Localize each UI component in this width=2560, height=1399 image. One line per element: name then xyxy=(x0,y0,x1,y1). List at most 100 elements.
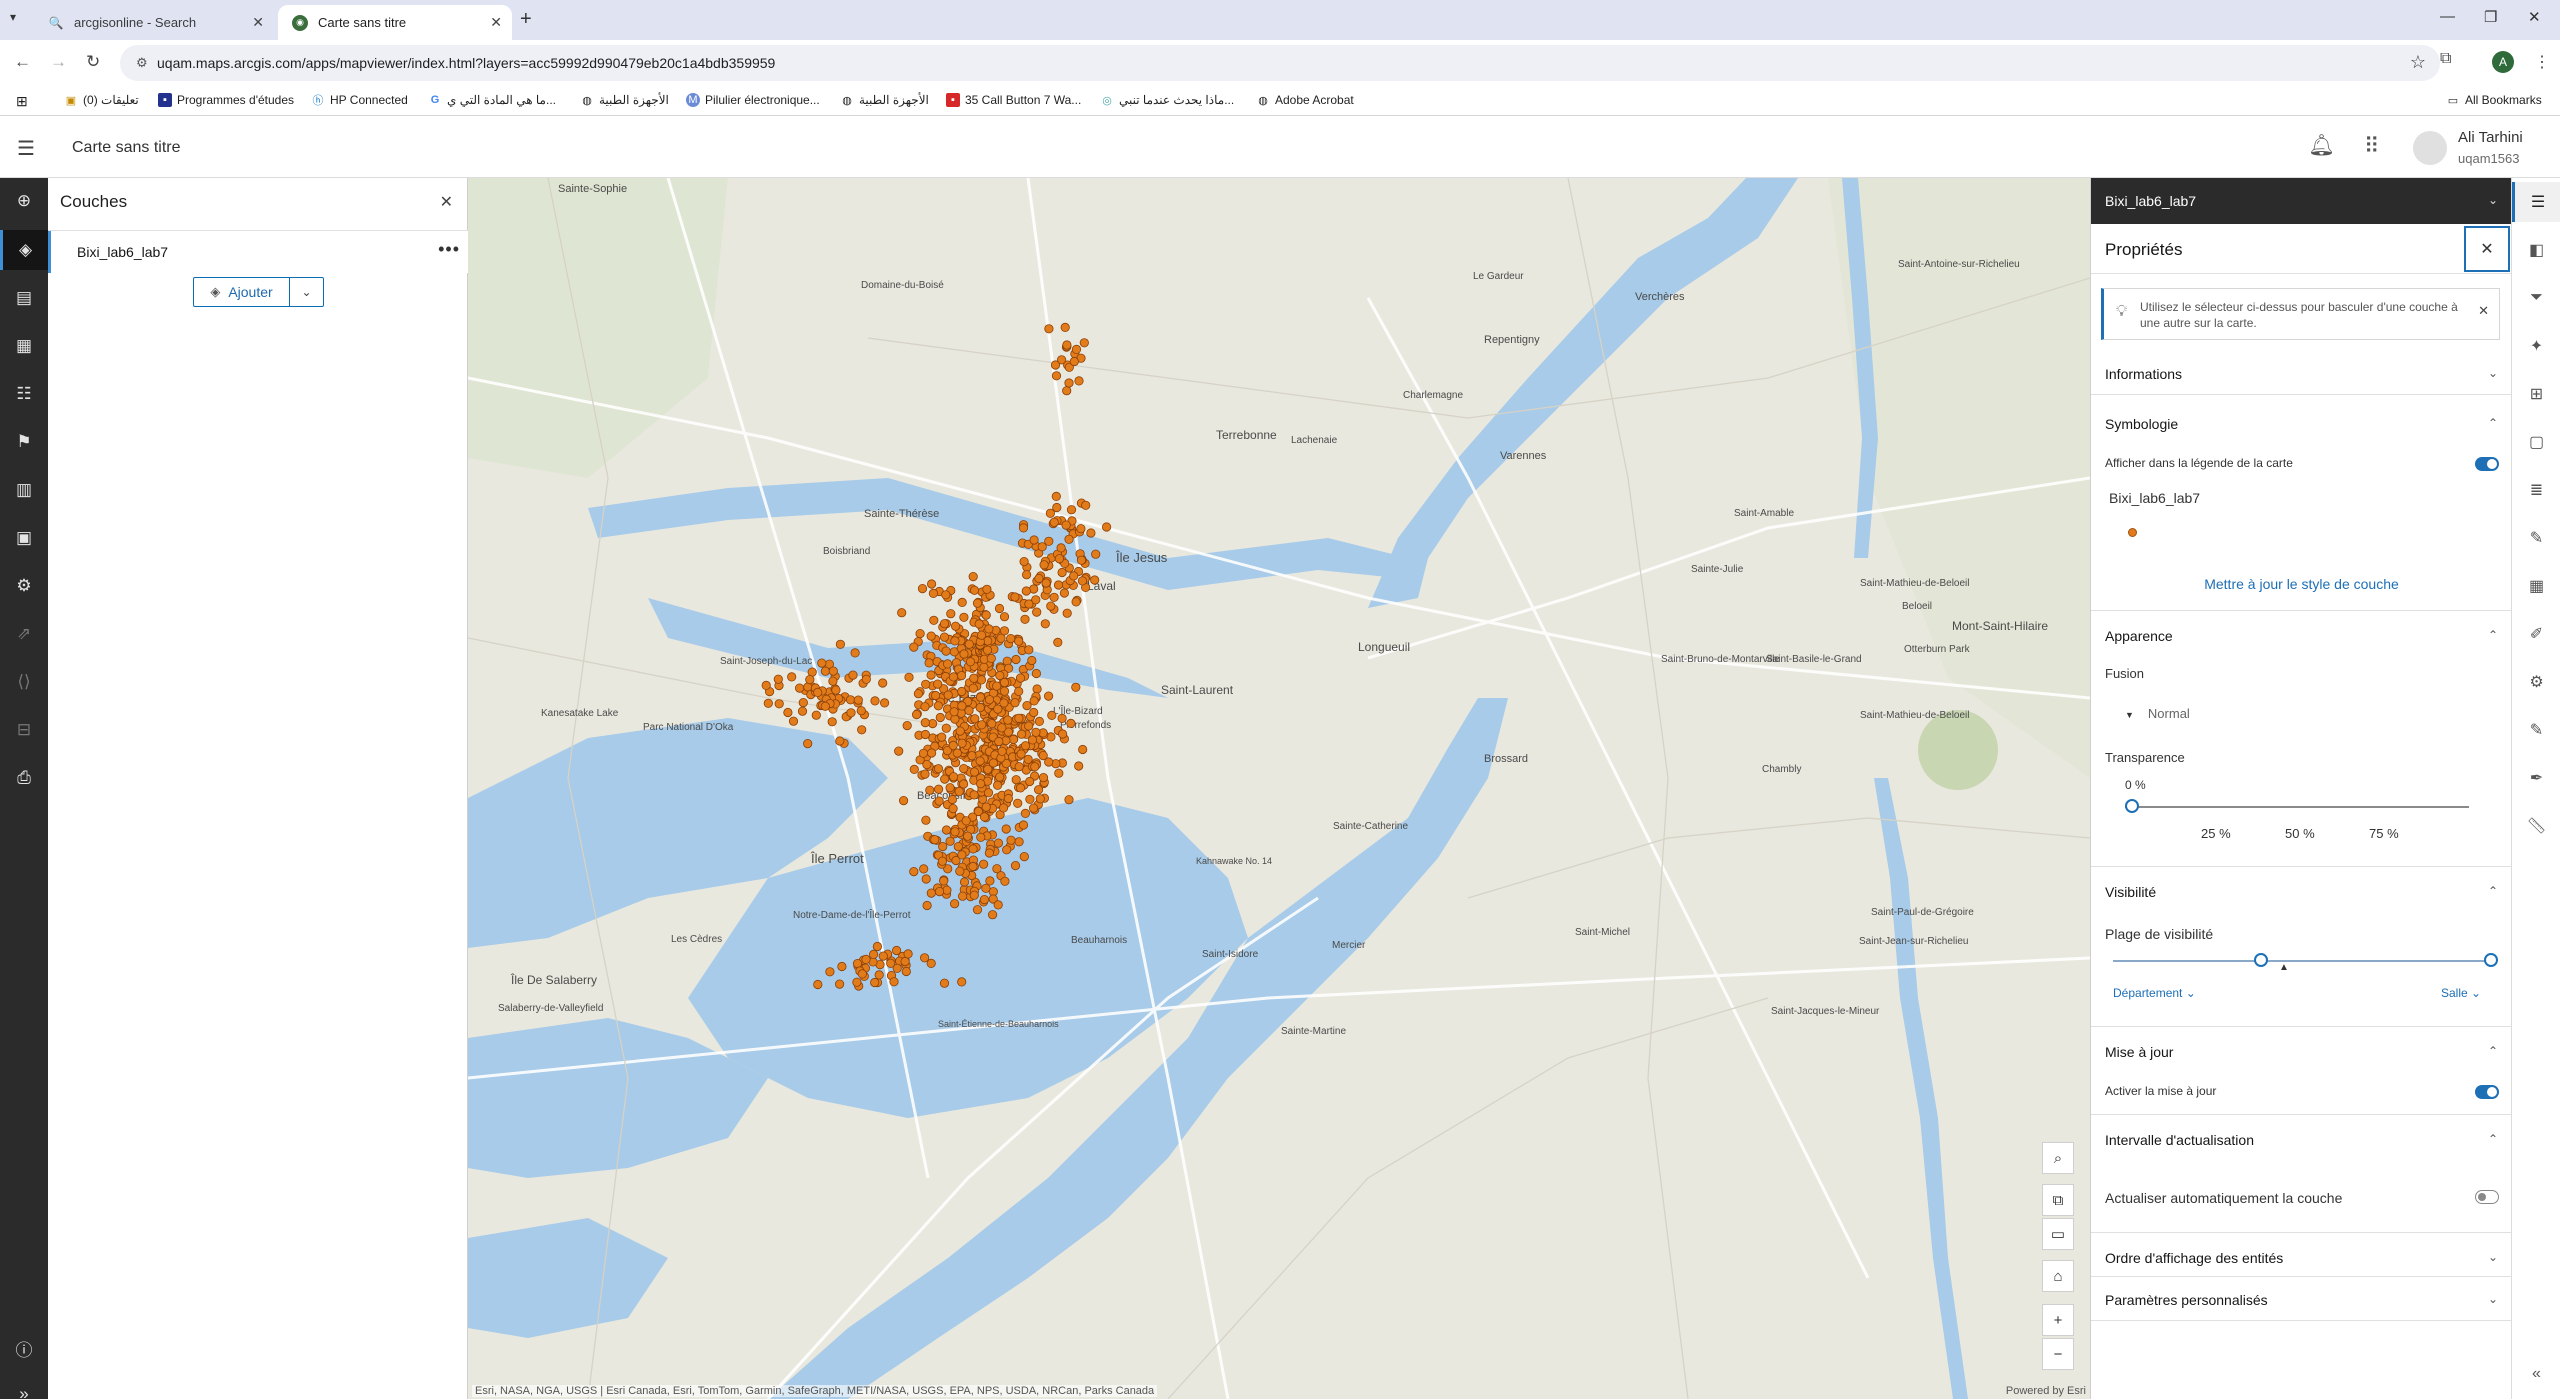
actualiser-auto-toggle[interactable] xyxy=(2475,1190,2499,1204)
bixi-station-point[interactable] xyxy=(994,736,1004,747)
draw-icon[interactable]: ✒ xyxy=(2512,758,2560,798)
bixi-station-point[interactable] xyxy=(1002,845,1012,855)
bixi-station-point[interactable] xyxy=(1014,636,1024,646)
bixi-station-point[interactable] xyxy=(1057,729,1068,739)
bookmark-item[interactable]: M Pilulier électronique... xyxy=(686,93,820,107)
bixi-station-point[interactable] xyxy=(1016,749,1026,759)
bixi-station-point[interactable] xyxy=(915,628,925,639)
bixi-station-point[interactable] xyxy=(904,672,914,682)
bixi-station-point[interactable] xyxy=(878,951,888,961)
popups-icon[interactable]: ▢ xyxy=(2512,422,2560,462)
bixi-station-point[interactable] xyxy=(981,802,991,812)
bixi-station-point[interactable] xyxy=(921,874,931,884)
bixi-station-point[interactable] xyxy=(909,764,919,775)
bixi-station-point[interactable] xyxy=(1057,567,1067,578)
tab-search-menu-icon[interactable]: ▾ xyxy=(10,10,16,24)
bixi-station-point[interactable] xyxy=(1039,560,1049,570)
activer-mise-a-jour-toggle[interactable] xyxy=(2475,1085,2499,1099)
bixi-station-point[interactable] xyxy=(983,788,994,798)
sketch-icon[interactable]: ✐ xyxy=(2512,614,2560,654)
bixi-station-point[interactable] xyxy=(969,585,980,595)
bixi-station-point[interactable] xyxy=(1074,761,1084,771)
bixi-station-point[interactable] xyxy=(861,674,871,684)
bixi-station-point[interactable] xyxy=(1062,340,1072,350)
bixi-station-point[interactable] xyxy=(961,816,971,826)
bixi-station-point[interactable] xyxy=(1031,727,1041,737)
bixi-station-point[interactable] xyxy=(835,639,845,649)
bixi-station-point[interactable] xyxy=(874,970,884,980)
bixi-station-point[interactable] xyxy=(828,666,838,676)
bixi-station-point[interactable] xyxy=(921,679,931,689)
range-min-dropdown[interactable]: Département ⌄ xyxy=(2113,986,2196,1000)
layers-list-map-icon[interactable]: ⧉ xyxy=(2042,1184,2074,1216)
bixi-station-point[interactable] xyxy=(979,812,990,822)
fields-icon[interactable]: ≣ xyxy=(2512,470,2560,510)
bixi-station-point[interactable] xyxy=(868,949,879,960)
bixi-station-point[interactable] xyxy=(1003,793,1014,804)
blend-mode-dropdown[interactable]: ▼ Normal xyxy=(2125,706,2190,721)
bixi-station-point[interactable] xyxy=(1010,698,1020,708)
bixi-station-point[interactable] xyxy=(831,685,841,695)
bixi-station-point[interactable] xyxy=(1052,502,1062,513)
bixi-station-point[interactable] xyxy=(969,767,980,777)
bixi-station-point[interactable] xyxy=(1021,570,1032,580)
add-layer-button[interactable]: ◈ Ajouter xyxy=(194,278,290,306)
bixi-station-point[interactable] xyxy=(950,827,960,837)
restore-icon[interactable]: ❐ xyxy=(2484,8,2497,26)
bixi-station-point[interactable] xyxy=(984,848,995,858)
bixi-station-point[interactable] xyxy=(1006,835,1016,845)
bixi-station-point[interactable] xyxy=(982,584,992,594)
bixi-station-point[interactable] xyxy=(995,772,1005,782)
legend-icon[interactable]: ☷ xyxy=(0,374,48,414)
close-icon[interactable]: ✕ xyxy=(2464,226,2510,272)
bixi-station-point[interactable] xyxy=(926,670,936,680)
bixi-station-point[interactable] xyxy=(909,866,919,877)
tables-icon[interactable]: ▤ xyxy=(0,278,48,318)
bixi-station-point[interactable] xyxy=(949,899,960,909)
edit-icon[interactable]: ✎ xyxy=(2512,710,2560,750)
close-tab-icon[interactable]: ✕ xyxy=(490,14,502,31)
bixi-station-point[interactable] xyxy=(1047,710,1057,721)
bixi-station-point[interactable] xyxy=(975,692,986,702)
bixi-station-point[interactable] xyxy=(827,717,837,727)
styles-icon[interactable]: ◧ xyxy=(2512,230,2560,270)
bixi-station-point[interactable] xyxy=(975,702,985,713)
bixi-station-point[interactable] xyxy=(1029,707,1039,718)
bixi-station-point[interactable] xyxy=(803,738,813,749)
bixi-station-point[interactable] xyxy=(889,977,899,987)
bixi-station-point[interactable] xyxy=(1079,338,1089,348)
bixi-station-point[interactable] xyxy=(955,866,965,876)
bixi-station-point[interactable] xyxy=(968,683,978,693)
bixi-station-point[interactable] xyxy=(794,683,805,693)
transparence-slider-track[interactable] xyxy=(2125,806,2469,808)
bixi-station-point[interactable] xyxy=(897,608,907,618)
bixi-station-point[interactable] xyxy=(948,672,959,682)
bixi-station-point[interactable] xyxy=(1101,522,1112,532)
bixi-station-point[interactable] xyxy=(828,676,838,686)
bixi-station-point[interactable] xyxy=(993,838,1004,848)
section-informations[interactable]: Informations ⌄ xyxy=(2091,356,2511,392)
bixi-station-point[interactable] xyxy=(1032,684,1042,694)
bixi-station-point[interactable] xyxy=(879,698,890,708)
bixi-station-point[interactable] xyxy=(1006,633,1016,644)
bookmark-item[interactable]: G ما هي المادة التي ي... xyxy=(428,93,556,107)
bixi-station-point[interactable] xyxy=(972,598,983,608)
bixi-station-point[interactable] xyxy=(903,949,913,959)
forward-icon[interactable]: → xyxy=(50,52,67,72)
bixi-station-point[interactable] xyxy=(1010,592,1020,602)
bixi-station-point[interactable] xyxy=(813,979,823,990)
bixi-station-point[interactable] xyxy=(788,716,799,726)
bixi-station-point[interactable] xyxy=(975,779,986,789)
bixi-station-point[interactable] xyxy=(957,891,968,901)
bixi-station-point[interactable] xyxy=(1010,860,1021,871)
bookmark-item[interactable]: ▣ تعليقات (0) xyxy=(64,93,139,107)
visibility-min-thumb[interactable] xyxy=(2254,953,2268,967)
bixi-station-point[interactable] xyxy=(1025,776,1035,787)
bixi-station-point[interactable] xyxy=(1081,500,1091,510)
bixi-station-point[interactable] xyxy=(1015,783,1026,793)
notifications-bell-icon[interactable]: 🔔︎ xyxy=(2308,134,2335,158)
bixi-station-point[interactable] xyxy=(959,612,969,622)
bixi-station-point[interactable] xyxy=(997,723,1007,733)
bookmark-item[interactable]: ⓗ HP Connected xyxy=(311,93,408,107)
bixi-station-point[interactable] xyxy=(1066,505,1077,515)
